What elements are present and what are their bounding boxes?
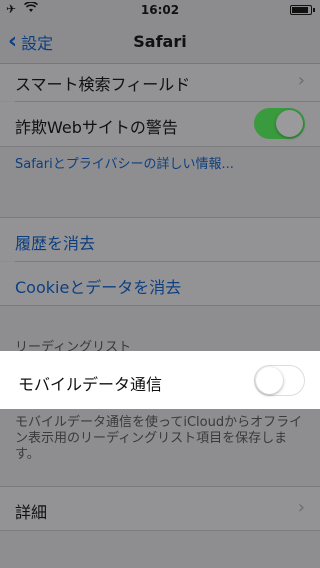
battery-icon [290,5,312,15]
page-title: Safari [133,32,187,51]
fraud-warning-row: 詐欺Webサイトの警告 [0,102,320,146]
status-bar: ✈ 16:02 [0,0,320,20]
battery-tip [313,8,315,12]
clear-cookies-button[interactable]: Cookieとデータを消去 [15,274,181,298]
divider [0,305,320,306]
clear-history-row[interactable]: 履歴を消去 [0,218,320,261]
chevron-right-icon: › [297,70,305,91]
cellular-data-toggle[interactable] [254,365,305,396]
cellular-data-footer: モバイルデータ通信を使ってiCloudからオフライン表示用のリーディングリスト項… [15,415,303,462]
status-time: 16:02 [140,3,180,17]
clear-history-button[interactable]: 履歴を消去 [15,230,95,254]
advanced-label: 詳細 [15,503,48,522]
battery-fill [292,7,308,13]
cellular-data-row: モバイルデータ通信 [0,351,320,409]
chevron-right-icon: › [297,497,305,518]
advanced-row[interactable]: 詳細 › [0,487,320,530]
privacy-info-link[interactable]: Safariとプライバシーの詳しい情報... [15,153,234,172]
toggle-knob [256,367,283,394]
divider [0,146,320,147]
divider [0,530,320,531]
navigation-bar: ‹ 設定 Safari [0,20,320,64]
smart-search-row[interactable]: スマート検索フィールド › [0,64,320,101]
cellular-data-label: モバイルデータ通信 [18,375,163,394]
smart-search-label: スマート検索フィールド [15,75,191,94]
fraud-warning-toggle[interactable] [254,108,305,139]
fraud-warning-label: 詐欺Webサイトの警告 [15,118,178,137]
toggle-knob [276,110,303,137]
clear-cookies-row[interactable]: Cookieとデータを消去 [0,262,320,305]
